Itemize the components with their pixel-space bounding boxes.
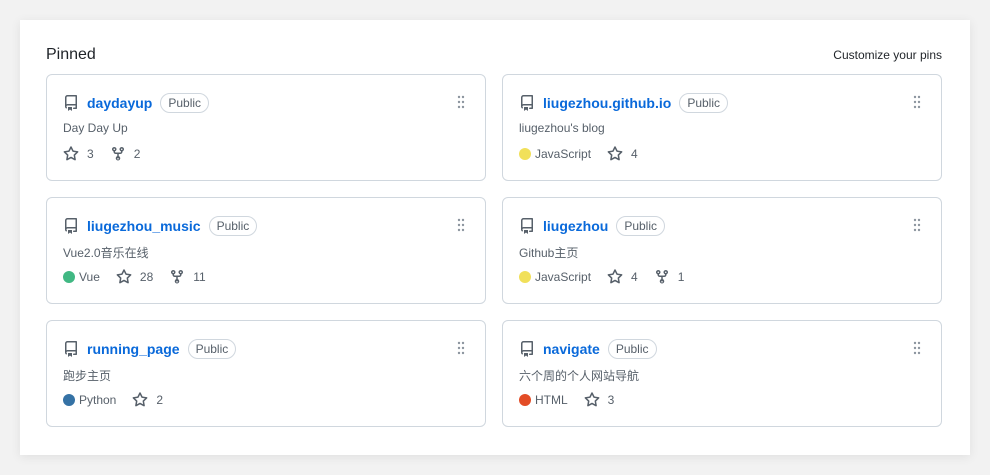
- repo-icon: [63, 95, 79, 111]
- forks-link[interactable]: 2: [110, 146, 141, 162]
- language-label: JavaScript: [535, 270, 592, 284]
- star-count: 28: [139, 270, 154, 284]
- star-count: 2: [156, 393, 164, 407]
- grabber-icon[interactable]: [913, 95, 921, 109]
- language-color-dot: [63, 394, 75, 406]
- pinned-repo-card: liugezhou_music Public Vue2.0音乐在线 Vue 28…: [46, 197, 486, 304]
- repo-header: navigate Public: [519, 339, 925, 359]
- pinned-header: Pinned Customize your pins: [46, 44, 942, 66]
- repo-name-link[interactable]: liugezhou.github.io: [543, 95, 671, 111]
- grabber-icon[interactable]: [913, 341, 921, 355]
- repo-meta: Vue 28 11: [63, 269, 222, 285]
- repo-description: Github主页: [519, 246, 579, 260]
- grabber-icon[interactable]: [913, 218, 921, 232]
- repo-description: Day Day Up: [63, 121, 128, 135]
- repo-icon: [519, 341, 535, 357]
- pinned-repo-card: navigate Public 六个周的个人网站导航 HTML 3: [502, 320, 942, 427]
- language: JavaScript: [519, 270, 591, 284]
- language-color-dot: [519, 148, 531, 160]
- pinned-grid: daydayup Public Day Day Up 3 2 liugezhou…: [46, 74, 942, 427]
- fork-icon: [110, 146, 130, 162]
- repo-icon: [519, 218, 535, 234]
- repo-header: liugezhou.github.io Public: [519, 93, 925, 113]
- star-count: 3: [607, 393, 615, 407]
- repo-description: 跑步主页: [63, 369, 112, 383]
- language: HTML: [519, 393, 568, 407]
- repo-header: running_page Public: [63, 339, 469, 359]
- star-icon: [116, 269, 136, 285]
- repo-icon: [63, 341, 79, 357]
- language-label: HTML: [535, 393, 568, 407]
- grabber-icon[interactable]: [457, 95, 465, 109]
- stargazers-link[interactable]: 4: [607, 146, 638, 162]
- forks-link[interactable]: 1: [654, 269, 685, 285]
- repo-name-link[interactable]: navigate: [543, 341, 600, 357]
- repo-meta: Python 2: [63, 392, 179, 408]
- fork-icon: [654, 269, 674, 285]
- visibility-badge: Public: [616, 216, 666, 236]
- language: Python: [63, 393, 116, 407]
- repo-header: liugezhou_music Public: [63, 216, 469, 236]
- repo-name-link[interactable]: running_page: [87, 341, 180, 357]
- visibility-badge: Public: [208, 216, 258, 236]
- fork-icon: [169, 269, 189, 285]
- fork-count: 1: [677, 270, 685, 284]
- repo-name-link[interactable]: liugezhou_music: [87, 218, 201, 234]
- stargazers-link[interactable]: 28: [116, 269, 153, 285]
- star-icon: [607, 269, 627, 285]
- fork-count: 2: [133, 147, 141, 161]
- language-label: JavaScript: [535, 147, 592, 161]
- stargazers-link[interactable]: 4: [607, 269, 638, 285]
- repo-name-link[interactable]: daydayup: [87, 95, 152, 111]
- repo-header: daydayup Public: [63, 93, 469, 113]
- repo-meta: JavaScript 4: [519, 146, 654, 162]
- grabber-icon[interactable]: [457, 218, 465, 232]
- repo-icon: [63, 218, 79, 234]
- star-icon: [584, 392, 604, 408]
- language-color-dot: [63, 271, 75, 283]
- repo-description: liugezhou's blog: [519, 121, 605, 135]
- repo-meta: JavaScript 4 1: [519, 269, 700, 285]
- language-color-dot: [519, 394, 531, 406]
- stargazers-link[interactable]: 3: [63, 146, 94, 162]
- pinned-panel: Pinned Customize your pins daydayup Publ…: [20, 20, 970, 455]
- visibility-badge: Public: [679, 93, 728, 113]
- visibility-badge: Public: [187, 339, 237, 359]
- pinned-repo-card: daydayup Public Day Day Up 3 2: [46, 74, 486, 181]
- star-icon: [607, 146, 627, 162]
- pinned-repo-card: liugezhou Public Github主页 JavaScript 4 1: [502, 197, 942, 304]
- customize-pins-link[interactable]: Customize your pins: [833, 48, 942, 62]
- star-icon: [63, 146, 83, 162]
- star-count: 4: [631, 270, 638, 284]
- star-count: 4: [631, 147, 638, 161]
- grabber-icon[interactable]: [457, 341, 465, 355]
- repo-description: Vue2.0音乐在线: [63, 246, 149, 260]
- star-count: 3: [87, 147, 94, 161]
- star-icon: [132, 392, 152, 408]
- fork-count: 11: [193, 270, 206, 284]
- stargazers-link[interactable]: 3: [584, 392, 615, 408]
- language: JavaScript: [519, 147, 591, 161]
- visibility-badge: Public: [160, 93, 210, 113]
- forks-link[interactable]: 11: [169, 269, 206, 285]
- repo-header: liugezhou Public: [519, 216, 925, 236]
- language-label: Python: [79, 393, 117, 407]
- repo-meta: 3 2: [63, 146, 156, 162]
- repo-icon: [519, 95, 535, 111]
- pinned-repo-card: liugezhou.github.io Public liugezhou's b…: [502, 74, 942, 181]
- language: Vue: [63, 270, 100, 284]
- language-label: Vue: [79, 270, 100, 284]
- repo-name-link[interactable]: liugezhou: [543, 218, 608, 234]
- repo-meta: HTML 3: [519, 392, 630, 408]
- section-title: Pinned: [46, 46, 96, 63]
- repo-description: 六个周的个人网站导航: [519, 369, 640, 383]
- visibility-badge: Public: [607, 339, 657, 359]
- language-color-dot: [519, 271, 531, 283]
- pinned-repo-card: running_page Public 跑步主页 Python 2: [46, 320, 486, 427]
- stargazers-link[interactable]: 2: [132, 392, 163, 408]
